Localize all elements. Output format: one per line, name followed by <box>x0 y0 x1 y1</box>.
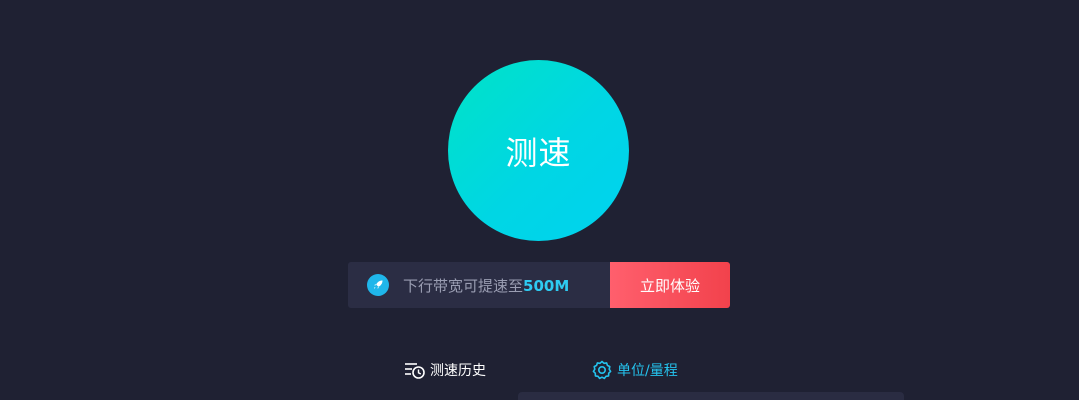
tab-unit-range[interactable]: 单位/量程 <box>591 359 678 381</box>
bandwidth-promo-bar: 下行带宽可提速至500M 立即体验 <box>348 262 730 308</box>
tab-speed-history[interactable]: 测速历史 <box>404 359 486 381</box>
try-now-button[interactable]: 立即体验 <box>610 262 730 308</box>
settings-panel <box>518 392 904 400</box>
promo-text: 下行带宽可提速至500M <box>403 275 569 296</box>
rocket-icon <box>367 274 389 296</box>
start-speed-test-label: 测速 <box>505 133 572 172</box>
start-speed-test-button[interactable]: 测速 <box>448 60 629 241</box>
promo-text-prefix: 下行带宽可提速至 <box>403 276 524 295</box>
tab-unit-range-label: 单位/量程 <box>617 363 678 379</box>
gear-icon <box>591 359 613 381</box>
promo-speed-highlight: 500M <box>523 276 570 295</box>
history-list-icon <box>404 359 426 381</box>
promo-info: 下行带宽可提速至500M <box>348 262 610 308</box>
speed-test-page: 测速 下行带宽可提速至500M 立即体验 测速历史 单位/量程 <box>0 0 1079 400</box>
tab-speed-history-label: 测速历史 <box>430 363 486 379</box>
